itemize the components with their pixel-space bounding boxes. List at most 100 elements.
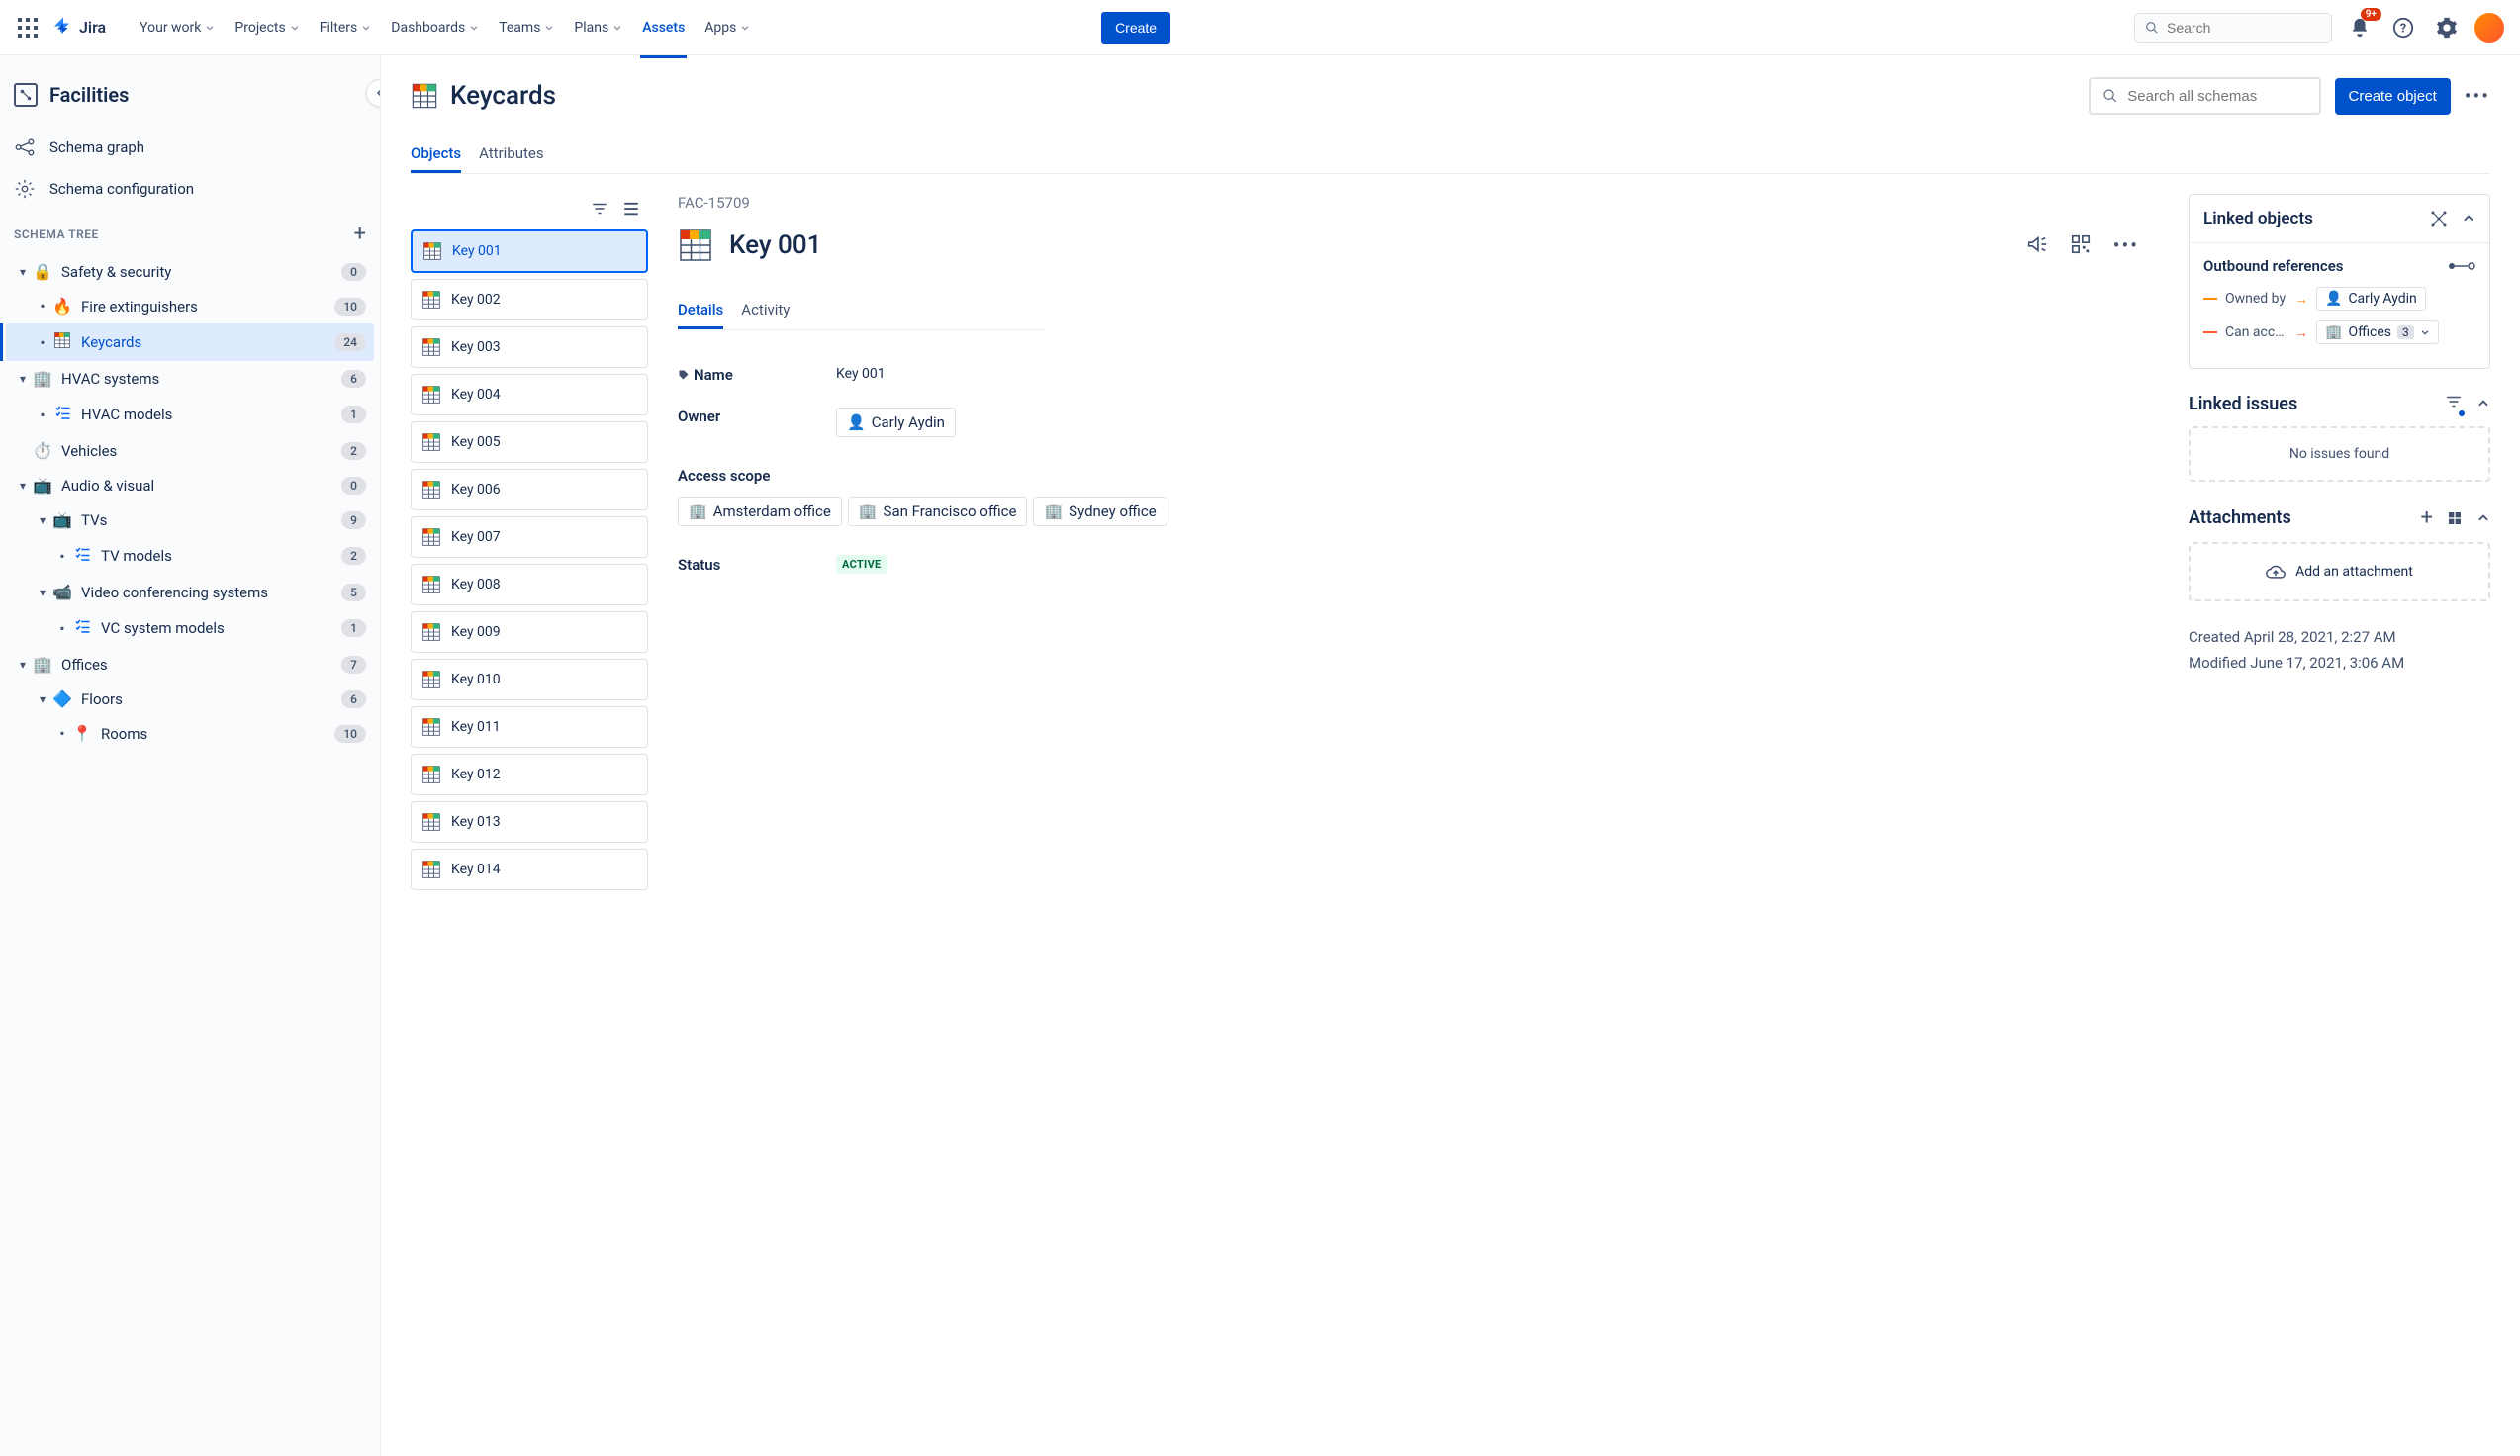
tree-item-vehicles[interactable]: ⏱️Vehicles2: [6, 433, 374, 468]
schema-config-link[interactable]: Schema configuration: [0, 168, 380, 210]
tree-item-hvac-models[interactable]: •HVAC models1: [6, 396, 374, 433]
nav-item-your-work[interactable]: Your work: [130, 12, 225, 44]
schema-header: Facilities: [0, 75, 380, 115]
user-avatar[interactable]: [2474, 13, 2504, 43]
help-icon[interactable]: ?: [2387, 12, 2419, 44]
arrow-icon: →: [2294, 324, 2308, 341]
object-card[interactable]: Key 001: [411, 229, 648, 273]
object-card[interactable]: Key 004: [411, 374, 648, 415]
can-access-chip[interactable]: 🏢 Offices 3: [2316, 320, 2439, 344]
global-search[interactable]: [2134, 13, 2332, 43]
owned-dash-icon: [2203, 298, 2217, 300]
object-card[interactable]: Key 008: [411, 564, 648, 605]
create-button[interactable]: Create: [1101, 12, 1170, 44]
no-issues-box: No issues found: [2189, 426, 2490, 482]
tree-item-audio-visual[interactable]: ▾📺Audio & visual0: [6, 468, 374, 502]
settings-icon[interactable]: [2431, 12, 2463, 44]
chevron-up-icon[interactable]: [2462, 212, 2475, 226]
filter-icon[interactable]: [2445, 393, 2463, 414]
tree-item-keycards[interactable]: •Keycards24: [6, 323, 374, 361]
scope-chip[interactable]: 🏢San Francisco office: [848, 497, 1028, 526]
chevron-down-icon: [2420, 327, 2430, 337]
object-card[interactable]: Key 007: [411, 516, 648, 558]
add-schema-button[interactable]: +: [354, 222, 366, 246]
scope-chip[interactable]: 🏢Sydney office: [1033, 497, 1167, 526]
tree-item-safety-security[interactable]: ▾🔒Safety & security0: [6, 254, 374, 289]
tab-attributes[interactable]: Attributes: [479, 136, 544, 173]
add-attachment-icon[interactable]: +: [2421, 505, 2433, 530]
person-icon: 👤: [2325, 291, 2342, 307]
grid-view-icon[interactable]: [2447, 510, 2463, 526]
nav-item-plans[interactable]: Plans: [564, 12, 632, 44]
tree-item-tvs[interactable]: ▾📺TVs9: [6, 502, 374, 537]
tree-item-rooms[interactable]: •📍Rooms10: [6, 716, 374, 751]
object-card[interactable]: Key 013: [411, 801, 648, 843]
filter-icon[interactable]: [591, 200, 608, 218]
tab-objects[interactable]: Objects: [411, 136, 461, 173]
nav-item-teams[interactable]: Teams: [489, 12, 564, 44]
add-attachment-box[interactable]: Add an attachment: [2189, 542, 2490, 601]
can-access-label: Can acc…: [2225, 324, 2287, 340]
right-rail: Linked objects Outbound references: [2189, 194, 2490, 1436]
nav-item-projects[interactable]: Projects: [225, 12, 309, 44]
svg-text:?: ?: [2400, 21, 2406, 36]
tree-item-floors[interactable]: ▾🔷Floors6: [6, 682, 374, 716]
building-icon: 🏢: [2325, 324, 2342, 340]
nav-item-dashboards[interactable]: Dashboards: [381, 12, 489, 44]
object-card[interactable]: Key 011: [411, 706, 648, 748]
object-card[interactable]: Key 010: [411, 659, 648, 700]
chevron-up-icon[interactable]: [2476, 511, 2490, 525]
object-title: Key 001: [729, 230, 821, 260]
tree-item-vc-system-models[interactable]: •VC system models1: [6, 609, 374, 647]
tree-item-video-conferencing-systems[interactable]: ▾📹Video conferencing systems5: [6, 575, 374, 609]
chevron-up-icon[interactable]: [2476, 397, 2490, 410]
object-card[interactable]: Key 005: [411, 421, 648, 463]
person-icon: 👤: [847, 413, 866, 431]
object-more-icon[interactable]: •••: [2113, 233, 2139, 257]
status-badge: ACTIVE: [836, 555, 887, 574]
jira-logo[interactable]: Jira: [51, 16, 106, 40]
object-card[interactable]: Key 002: [411, 279, 648, 320]
detail-tab-activity[interactable]: Activity: [741, 293, 790, 329]
create-object-button[interactable]: Create object: [2335, 78, 2451, 115]
tree-item-fire-extinguishers[interactable]: •🔥Fire extinguishers10: [6, 289, 374, 323]
owned-by-label: Owned by: [2225, 291, 2287, 307]
page-title: Keycards: [450, 81, 556, 111]
object-card[interactable]: Key 014: [411, 849, 648, 890]
detail-tab-details[interactable]: Details: [678, 293, 723, 329]
schema-search-input[interactable]: [2127, 88, 2306, 105]
schema-search[interactable]: [2089, 77, 2321, 115]
tree-item-offices[interactable]: ▾🏢Offices7: [6, 647, 374, 682]
scope-chip[interactable]: 🏢Amsterdam office: [678, 497, 842, 526]
outbound-label: Outbound references: [2203, 257, 2343, 275]
field-value-name: Key 001: [836, 366, 2139, 382]
object-type-icon: [678, 228, 713, 263]
schema-icon: [14, 83, 38, 107]
qr-icon[interactable]: [2070, 233, 2092, 255]
more-actions-icon[interactable]: •••: [2465, 84, 2490, 108]
nav-item-assets[interactable]: Assets: [632, 12, 695, 44]
announce-icon[interactable]: [2026, 233, 2048, 255]
nav-item-filters[interactable]: Filters: [310, 12, 382, 44]
object-card[interactable]: Key 012: [411, 754, 648, 795]
can-dash-icon: [2203, 331, 2217, 333]
search-icon: [2102, 87, 2118, 105]
owner-chip[interactable]: 👤 Carly Aydin: [836, 408, 956, 437]
object-card[interactable]: Key 006: [411, 469, 648, 510]
search-icon: [2145, 20, 2159, 36]
tree-item-tv-models[interactable]: •TV models2: [6, 537, 374, 575]
arrow-icon: →: [2294, 291, 2308, 308]
notifications-icon[interactable]: 9+: [2344, 12, 2376, 44]
owned-by-chip[interactable]: 👤 Carly Aydin: [2316, 287, 2426, 311]
graph-icon[interactable]: [2430, 210, 2448, 228]
schema-tree-label: SCHEMA TREE: [14, 228, 99, 241]
outbound-icon: [2448, 261, 2475, 271]
app-switcher-icon[interactable]: [16, 16, 40, 40]
schema-graph-link[interactable]: Schema graph: [0, 127, 380, 168]
object-card[interactable]: Key 003: [411, 326, 648, 368]
list-view-icon[interactable]: [622, 200, 640, 218]
search-input[interactable]: [2167, 20, 2321, 36]
nav-item-apps[interactable]: Apps: [695, 12, 760, 44]
object-card[interactable]: Key 009: [411, 611, 648, 653]
tree-item-hvac-systems[interactable]: ▾🏢HVAC systems6: [6, 361, 374, 396]
